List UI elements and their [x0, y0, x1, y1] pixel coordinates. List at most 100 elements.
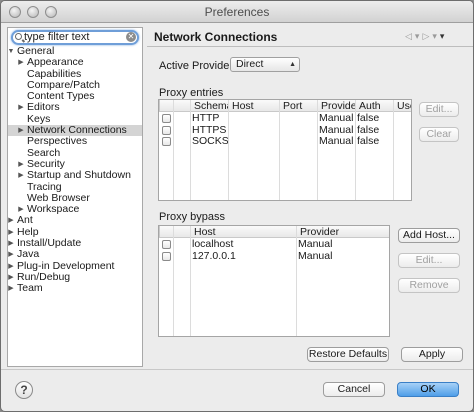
column-header-blank[interactable] — [173, 100, 190, 112]
entries-clear-button[interactable]: Clear — [419, 127, 459, 142]
table-cell — [279, 136, 317, 148]
collapsed-triangle-icon[interactable]: ▶ — [7, 227, 15, 238]
column-header-blank[interactable] — [173, 226, 190, 238]
column-header[interactable]: Host — [190, 226, 296, 238]
column-header[interactable]: Host — [228, 100, 279, 112]
tree-item[interactable]: ▶ Team — [7, 282, 142, 295]
bypass-edit-button[interactable]: Edit... — [398, 253, 460, 268]
collapsed-triangle-icon[interactable]: ▶ — [17, 57, 25, 68]
cancel-button[interactable]: Cancel — [323, 382, 385, 397]
collapsed-triangle-icon[interactable]: ▶ — [17, 125, 25, 136]
proxy-entries-table: SchemaHostPortProviderAuthUserHTTPManual… — [158, 99, 412, 201]
tree-item[interactable]: ▶ Java — [7, 248, 142, 261]
table-cell: HTTP — [192, 113, 220, 124]
restore-defaults-button[interactable]: Restore Defaults — [307, 347, 389, 362]
table-cell: Manual — [298, 239, 333, 250]
tree-item-label: Workspace — [27, 203, 80, 216]
add-host-button[interactable]: Add Host... — [398, 228, 460, 243]
table-cell: false — [357, 136, 380, 147]
select-arrows-icon: ▲ — [289, 61, 296, 68]
collapsed-triangle-icon[interactable]: ▶ — [7, 238, 15, 249]
table-cell: Manual — [319, 113, 354, 124]
table-cell — [393, 125, 411, 137]
table-cell — [228, 113, 279, 125]
table-cell — [279, 113, 317, 125]
footer-separator — [1, 369, 473, 370]
table-cell — [228, 136, 279, 148]
collapsed-triangle-icon[interactable]: ▶ — [7, 283, 15, 294]
table-cell — [393, 113, 411, 125]
table-cell — [279, 125, 317, 137]
active-provider-select[interactable]: Direct ▲ — [230, 57, 300, 72]
tree-item-label: Team — [17, 282, 43, 295]
column-header[interactable]: Port — [279, 100, 317, 112]
proxy-entries-label: Proxy entries — [159, 87, 224, 99]
collapsed-triangle-icon[interactable]: ▶ — [17, 170, 25, 181]
collapsed-triangle-icon[interactable]: ▶ — [7, 272, 15, 283]
table-cell: Manual — [319, 136, 354, 147]
table-header: Host Provider — [159, 226, 389, 238]
table-cell: HTTPS — [192, 124, 227, 136]
table-cell — [393, 136, 411, 148]
entries-edit-button[interactable]: Edit... — [419, 102, 459, 117]
collapsed-triangle-icon[interactable]: ▶ — [7, 249, 15, 260]
table-cell: Manual — [298, 250, 333, 262]
row-checkbox[interactable] — [162, 240, 171, 249]
history-nav: ◁▾▷▾▾ — [405, 31, 465, 43]
tree-item-label: Startup and Shutdown — [27, 169, 131, 182]
table-row[interactable]: HTTPS Manual false — [159, 125, 411, 137]
table-cell: false — [357, 113, 380, 124]
window-title: Preferences — [204, 5, 270, 19]
filter-input[interactable]: type filter text ✕ — [11, 30, 139, 45]
table-header: SchemaHostPortProviderAuthUser — [159, 100, 411, 112]
preference-tree: ▼ General ▶ Appearance Capabilities Compare/P… — [7, 45, 142, 295]
column-header[interactable]: Schema — [190, 100, 228, 112]
tree-item[interactable]: Perspectives — [8, 136, 142, 148]
title-bar: Preferences — [1, 1, 473, 23]
tree-item-label: Appearance — [27, 56, 84, 69]
proxy-bypass-table: Host Provider localhost Manual 127.0.0.1 Manu… — [158, 225, 390, 337]
table-cell: Manual — [319, 124, 354, 136]
table-row[interactable]: localhost Manual — [159, 239, 389, 251]
tree-item-label: Java — [17, 248, 40, 261]
table-cell: localhost — [192, 239, 234, 250]
preference-tree-pane: type filter text ✕ ▼ General ▶ Appearance Ca… — [7, 27, 143, 367]
ok-button[interactable]: OK — [397, 382, 459, 397]
collapsed-triangle-icon[interactable]: ▶ — [7, 215, 15, 226]
active-provider-value: Direct — [236, 58, 264, 70]
table-cell — [228, 125, 279, 137]
expanded-triangle-icon[interactable]: ▼ — [7, 46, 15, 57]
search-icon — [15, 33, 22, 40]
table-cell: false — [357, 124, 380, 136]
view-menu-icon[interactable]: ▾ — [440, 31, 448, 41]
column-header[interactable]: Provider — [296, 226, 389, 238]
column-header-blank[interactable] — [159, 226, 173, 238]
row-checkbox[interactable] — [162, 137, 171, 146]
tree-item[interactable]: ▶ Startup and Shutdown — [8, 169, 142, 182]
collapsed-triangle-icon[interactable]: ▶ — [17, 102, 25, 113]
row-checkbox[interactable] — [162, 125, 171, 135]
column-header[interactable]: Provider — [317, 100, 355, 112]
page-title: Network Connections — [154, 30, 278, 44]
collapsed-triangle-icon[interactable]: ▶ — [17, 159, 25, 170]
table-row[interactable]: HTTP Manual false — [159, 113, 411, 125]
help-icon[interactable]: ? — [15, 381, 33, 399]
title-separator — [147, 46, 473, 47]
proxy-bypass-label: Proxy bypass — [159, 211, 226, 223]
forward-arrow-icon[interactable]: ▷▾ — [422, 31, 439, 41]
table-row[interactable]: SOCKS Manual false — [159, 136, 411, 148]
back-arrow-icon[interactable]: ◁▾ — [405, 31, 422, 41]
tree-item[interactable]: ▶ Appearance — [8, 56, 142, 69]
remove-host-button[interactable]: Remove — [398, 278, 460, 293]
filter-text: type filter text — [24, 31, 90, 43]
collapsed-triangle-icon[interactable]: ▶ — [7, 261, 15, 272]
clear-filter-icon[interactable]: ✕ — [126, 32, 136, 42]
table-row[interactable]: 127.0.0.1 Manual — [159, 251, 389, 263]
table-cell: SOCKS — [192, 136, 228, 147]
row-checkbox[interactable] — [162, 251, 171, 261]
column-header[interactable]: Auth — [355, 100, 393, 112]
column-header[interactable]: User — [393, 100, 411, 112]
apply-button[interactable]: Apply — [401, 347, 463, 362]
column-header-blank[interactable] — [159, 100, 173, 112]
row-checkbox[interactable] — [162, 114, 171, 123]
